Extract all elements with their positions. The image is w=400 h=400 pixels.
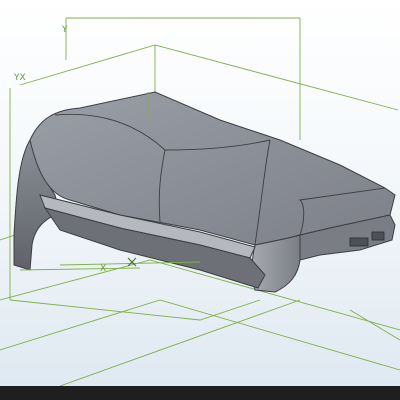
axis-label-top: Y <box>61 25 68 35</box>
status-bar <box>0 386 400 400</box>
cad-part-body[interactable] <box>13 91 396 293</box>
part-tab-right-2 <box>371 231 385 241</box>
part-tab-right <box>349 237 369 247</box>
axis-label-bottom: X <box>100 264 106 274</box>
scene-svg: Y YX X <box>0 17 400 386</box>
axis-label-left: YX <box>13 73 26 83</box>
cad-3d-viewport[interactable]: Y YX X <box>0 0 400 386</box>
